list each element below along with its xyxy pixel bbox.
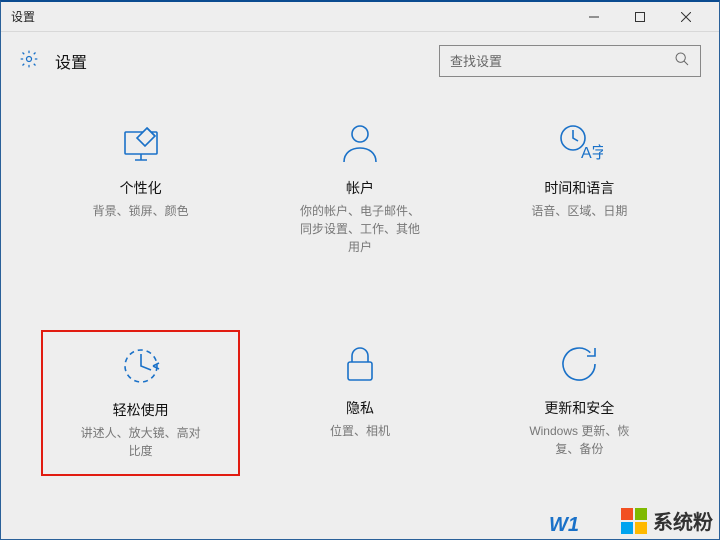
tile-ease-of-access[interactable]: 轻松使用 讲述人、放大镜、高对 比度 xyxy=(41,330,240,476)
cut-text: W1 xyxy=(549,514,579,537)
tile-personalization[interactable]: 个性化 背景、锁屏、颜色 xyxy=(41,110,240,270)
search-box[interactable] xyxy=(439,45,701,77)
settings-grid: 个性化 背景、锁屏、颜色 帐户 你的帐户、电子邮件、 同步设置、工作、其他 用户… xyxy=(41,110,679,476)
tile-desc: 你的帐户、电子邮件、 同步设置、工作、其他 用户 xyxy=(300,202,420,256)
ease-of-access-icon xyxy=(117,342,165,390)
gear-icon xyxy=(19,49,39,74)
page-title: 设置 xyxy=(55,49,87,73)
tile-accounts[interactable]: 帐户 你的帐户、电子邮件、 同步设置、工作、其他 用户 xyxy=(260,110,459,270)
update-security-icon xyxy=(555,340,603,388)
personalization-icon xyxy=(117,120,165,168)
tile-desc: 背景、锁屏、颜色 xyxy=(93,202,189,220)
tile-title: 时间和语言 xyxy=(544,178,614,198)
tile-desc: 语音、区域、日期 xyxy=(531,202,627,220)
tile-title: 轻松使用 xyxy=(113,400,169,420)
time-language-icon: A字 xyxy=(555,120,603,168)
search-icon xyxy=(674,51,690,72)
tile-title: 隐私 xyxy=(346,398,374,418)
titlebar: 设置 xyxy=(1,2,719,32)
window-controls xyxy=(571,2,709,32)
svg-text:A字: A字 xyxy=(581,144,603,162)
tile-desc: 讲述人、放大镜、高对 比度 xyxy=(81,424,201,460)
minimize-button[interactable] xyxy=(571,2,617,32)
window-title: 设置 xyxy=(11,8,35,25)
content-area: 个性化 背景、锁屏、颜色 帐户 你的帐户、电子邮件、 同步设置、工作、其他 用户… xyxy=(1,90,719,539)
privacy-icon xyxy=(336,340,384,388)
close-button[interactable] xyxy=(663,2,709,32)
tile-title: 个性化 xyxy=(120,178,162,198)
maximize-button[interactable] xyxy=(617,2,663,32)
windows-logo-icon xyxy=(621,508,647,534)
watermark-text: 系统粉 xyxy=(653,506,713,535)
watermark: 系统粉 xyxy=(621,506,713,535)
tile-privacy[interactable]: 隐私 位置、相机 xyxy=(260,330,459,476)
tile-title: 帐户 xyxy=(346,178,374,198)
tile-desc: Windows 更新、恢 复、备份 xyxy=(529,422,629,458)
tile-desc: 位置、相机 xyxy=(330,422,390,440)
header: 设置 xyxy=(1,32,719,90)
tile-update-security[interactable]: 更新和安全 Windows 更新、恢 复、备份 xyxy=(480,330,679,476)
search-input[interactable] xyxy=(450,54,674,69)
settings-window: 设置 设置 xyxy=(1,2,719,539)
tile-title: 更新和安全 xyxy=(544,398,614,418)
tile-time-language[interactable]: A字 时间和语言 语音、区域、日期 xyxy=(480,110,679,270)
accounts-icon xyxy=(336,120,384,168)
